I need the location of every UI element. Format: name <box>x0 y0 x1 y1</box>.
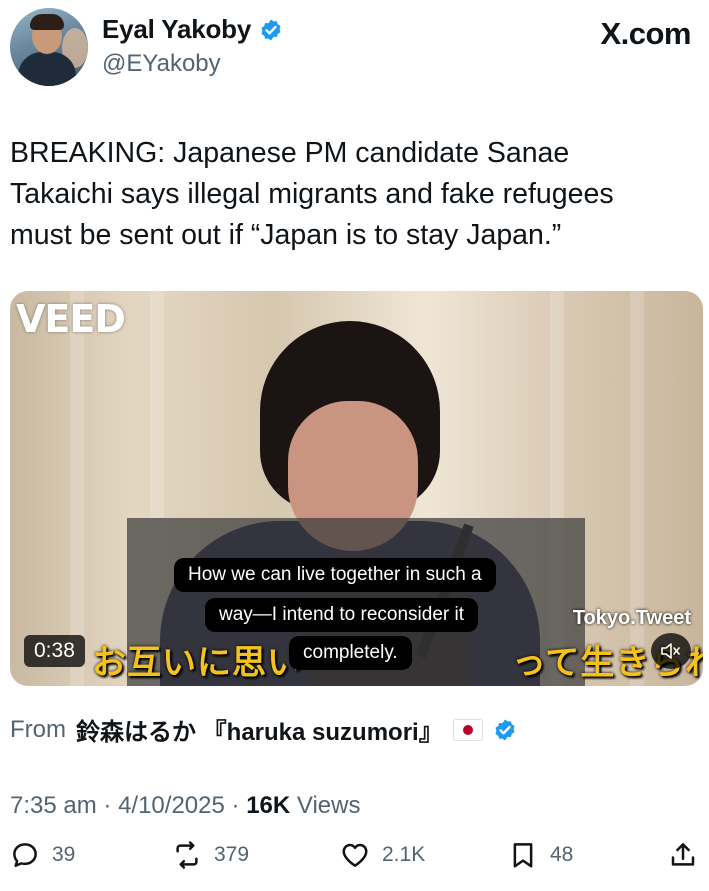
author-handle[interactable]: @EYakoby <box>102 50 221 78</box>
channel-tag: Tokyo.Tweet <box>572 607 691 629</box>
source-name[interactable]: 鈴森はるか 『haruka suzumori』 <box>76 712 443 747</box>
verified-badge-icon <box>261 19 281 40</box>
reply-icon <box>13 843 37 867</box>
like-count: 2.1K <box>382 843 426 866</box>
author-name-row: Eyal Yakoby <box>102 14 283 45</box>
avatar-shirt <box>18 52 76 86</box>
caption-line-1: How we can live together in such a <box>174 558 496 592</box>
tweet-meta: 7:35 am · 4/10/2025 · 16K Views <box>10 792 360 820</box>
reply-button[interactable]: 39 <box>10 840 75 870</box>
mute-button[interactable] <box>651 633 691 669</box>
tweet-header: Eyal Yakoby @EYakoby X.com <box>0 0 709 100</box>
curtain-stripe <box>70 291 84 686</box>
site-label: X.com <box>600 16 691 51</box>
tweet-date[interactable]: 4/10/2025 <box>118 792 225 819</box>
reply-count: 39 <box>52 843 76 866</box>
japan-flag-icon <box>452 718 483 741</box>
author-avatar[interactable] <box>10 8 88 86</box>
bookmark-count: 48 <box>550 843 574 866</box>
repost-count: 379 <box>214 843 250 866</box>
repost-button[interactable]: 379 <box>172 840 249 870</box>
action-bar: 39 379 2.1K 48 <box>0 840 709 888</box>
separator: · <box>103 792 119 819</box>
bookmark-button[interactable]: 48 <box>508 840 573 870</box>
caption-line-3: completely. <box>289 636 412 670</box>
tweet-time[interactable]: 7:35 am <box>10 792 97 819</box>
repost-icon <box>176 841 198 869</box>
author-name[interactable]: Eyal Yakoby <box>102 14 251 45</box>
video-timestamp: 0:38 <box>24 635 85 667</box>
caption-line-2: way—I intend to reconsider it <box>205 598 479 632</box>
video-source-row: From 鈴森はるか 『haruka suzumori』 <box>10 712 517 747</box>
views-label: Views <box>296 792 361 819</box>
video-player[interactable]: VEED How we can live together in such a … <box>10 291 703 686</box>
bookmark-icon <box>513 843 533 868</box>
from-label: From <box>10 715 66 743</box>
separator: · <box>231 792 247 819</box>
like-button[interactable]: 2.1K <box>340 840 425 870</box>
verified-badge-icon <box>495 719 515 740</box>
share-button[interactable] <box>668 840 698 870</box>
veed-watermark: VEED <box>16 297 126 341</box>
heart-icon <box>342 843 368 867</box>
speaker-muted-icon <box>661 643 680 659</box>
share-icon <box>671 843 695 866</box>
tweet-text: BREAKING: Japanese PM candidate Sanae Ta… <box>10 137 614 251</box>
views-count: 16K <box>246 792 291 819</box>
avatar-hair <box>30 14 64 30</box>
